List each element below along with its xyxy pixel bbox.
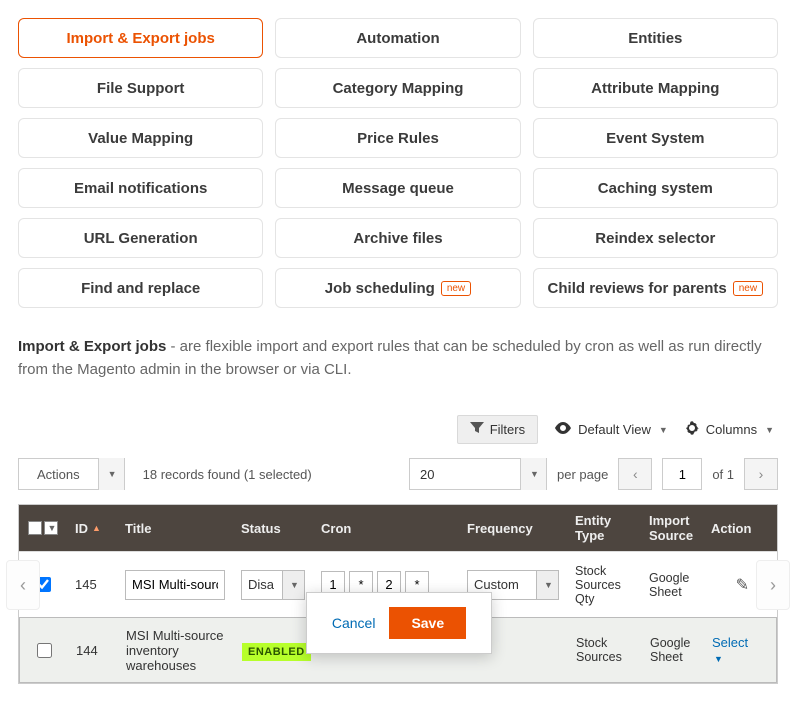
page-number-input[interactable] bbox=[662, 458, 702, 490]
tab-label: Event System bbox=[606, 130, 704, 147]
col-status[interactable]: Status bbox=[233, 521, 313, 536]
default-view-button[interactable]: Default View ▼ bbox=[554, 422, 668, 437]
tab-automation[interactable]: Automation bbox=[275, 18, 520, 58]
tab-category-mapping[interactable]: Category Mapping bbox=[275, 68, 520, 108]
tab-import-export-jobs[interactable]: Import & Export jobs bbox=[18, 18, 263, 58]
tab-label: Caching system bbox=[598, 180, 713, 197]
tab-label: Job scheduling bbox=[325, 280, 435, 297]
tab-email-notifications[interactable]: Email notifications bbox=[18, 168, 263, 208]
edit-icon[interactable]: ✎ bbox=[736, 575, 749, 595]
cancel-button[interactable]: Cancel bbox=[332, 615, 376, 631]
col-frequency[interactable]: Frequency bbox=[459, 521, 567, 536]
tab-value-mapping[interactable]: Value Mapping bbox=[18, 118, 263, 158]
per-page-label: per page bbox=[557, 467, 608, 482]
status-badge: ENABLED bbox=[242, 643, 311, 661]
caret-down-icon: ▼ bbox=[714, 654, 723, 664]
tab-label: Find and replace bbox=[81, 280, 200, 297]
sort-asc-icon: ▲ bbox=[92, 523, 101, 533]
prev-page-button[interactable]: ‹ bbox=[618, 458, 652, 490]
col-id[interactable]: ID▲ bbox=[67, 521, 117, 536]
title-input[interactable] bbox=[125, 570, 225, 600]
tab-label: Value Mapping bbox=[88, 130, 193, 147]
page-of-label: of 1 bbox=[712, 467, 734, 482]
tab-label: File Support bbox=[97, 80, 185, 97]
tab-label: Archive files bbox=[353, 230, 442, 247]
cell-import-source: Google Sheet bbox=[641, 563, 703, 607]
tab-label: Category Mapping bbox=[333, 80, 464, 97]
tab-description: Import & Export jobs - are flexible impo… bbox=[18, 336, 778, 381]
caret-down-icon: ▼ bbox=[282, 571, 304, 599]
new-badge: new bbox=[441, 281, 471, 296]
tab-find-and-replace[interactable]: Find and replace bbox=[18, 268, 263, 308]
tab-attribute-mapping[interactable]: Attribute Mapping bbox=[533, 68, 778, 108]
save-button[interactable]: Save bbox=[389, 607, 466, 639]
carousel-next[interactable]: › bbox=[756, 560, 790, 610]
carousel-prev[interactable]: ‹ bbox=[6, 560, 40, 610]
status-select[interactable]: Disa ▼ bbox=[241, 570, 305, 600]
cell-title: MSI Multi-source inventory warehouses bbox=[118, 620, 234, 681]
caret-down-icon: ▼ bbox=[536, 571, 558, 599]
funnel-icon bbox=[470, 422, 484, 437]
default-view-label: Default View bbox=[578, 422, 651, 437]
tab-url-generation[interactable]: URL Generation bbox=[18, 218, 263, 258]
tab-label: Entities bbox=[628, 30, 682, 47]
cell-entity-type: Stock Sources bbox=[568, 628, 642, 672]
gear-icon bbox=[684, 420, 700, 439]
records-found: 18 records found (1 selected) bbox=[143, 467, 312, 482]
caret-down-icon: ▼ bbox=[98, 458, 124, 490]
grid-header: ▼ ID▲ Title Status Cron Frequency Entity… bbox=[19, 505, 777, 551]
actions-dropdown[interactable]: Actions ▼ bbox=[18, 458, 125, 490]
tab-label: Import & Export jobs bbox=[66, 30, 214, 47]
tab-archive-files[interactable]: Archive files bbox=[275, 218, 520, 258]
columns-label: Columns bbox=[706, 422, 757, 437]
pagination: 20 ▼ per page ‹ of 1 › bbox=[409, 458, 778, 490]
inline-edit-popup: Cancel Save bbox=[306, 592, 492, 654]
tab-event-system[interactable]: Event System bbox=[533, 118, 778, 158]
tab-label: Attribute Mapping bbox=[591, 80, 719, 97]
per-page-select[interactable]: 20 ▼ bbox=[409, 458, 547, 490]
select-action[interactable]: Select ▼ bbox=[712, 635, 750, 665]
grid-controls-row: Actions ▼ 18 records found (1 selected) … bbox=[18, 458, 778, 490]
tab-label: Email notifications bbox=[74, 180, 207, 197]
feature-tabs: Import & Export jobs Automation Entities Fi… bbox=[18, 18, 778, 308]
cell-id: 144 bbox=[68, 635, 118, 666]
tab-message-queue[interactable]: Message queue bbox=[275, 168, 520, 208]
cell-id: 145 bbox=[67, 569, 117, 600]
description-lead: Import & Export jobs bbox=[18, 338, 166, 355]
actions-label: Actions bbox=[19, 467, 98, 482]
tab-label: Reindex selector bbox=[595, 230, 715, 247]
tab-file-support[interactable]: File Support bbox=[18, 68, 263, 108]
tab-entities[interactable]: Entities bbox=[533, 18, 778, 58]
col-title[interactable]: Title bbox=[117, 521, 233, 536]
tab-label: Automation bbox=[356, 30, 439, 47]
col-cron[interactable]: Cron bbox=[313, 521, 459, 536]
col-import-source[interactable]: Import Source bbox=[641, 513, 703, 543]
filters-label: Filters bbox=[490, 422, 525, 437]
tab-job-scheduling[interactable]: Job scheduling new bbox=[275, 268, 520, 308]
cell-import-source: Google Sheet bbox=[642, 628, 704, 672]
caret-down-icon: ▼ bbox=[520, 458, 546, 490]
columns-button[interactable]: Columns ▼ bbox=[684, 420, 774, 439]
eye-icon bbox=[554, 422, 572, 437]
tab-label: URL Generation bbox=[84, 230, 198, 247]
caret-down-icon: ▼ bbox=[765, 425, 774, 435]
new-badge: new bbox=[733, 281, 763, 296]
tab-child-reviews-for-parents[interactable]: Child reviews for parents new bbox=[533, 268, 778, 308]
cell-entity-type: Stock Sources Qty bbox=[567, 556, 641, 614]
select-all-header[interactable]: ▼ bbox=[19, 521, 67, 535]
col-action: Action bbox=[703, 521, 763, 536]
tab-reindex-selector[interactable]: Reindex selector bbox=[533, 218, 778, 258]
tab-price-rules[interactable]: Price Rules bbox=[275, 118, 520, 158]
per-page-value: 20 bbox=[410, 467, 520, 482]
caret-down-icon: ▼ bbox=[659, 425, 668, 435]
filters-button[interactable]: Filters bbox=[457, 415, 538, 444]
tab-caching-system[interactable]: Caching system bbox=[533, 168, 778, 208]
next-page-button[interactable]: › bbox=[744, 458, 778, 490]
col-entity-type[interactable]: Entity Type bbox=[567, 513, 641, 543]
tab-label: Message queue bbox=[342, 180, 454, 197]
grid-toolbar: Filters Default View ▼ Columns ▼ bbox=[18, 415, 778, 444]
tab-label: Price Rules bbox=[357, 130, 439, 147]
tab-label: Child reviews for parents bbox=[548, 280, 727, 297]
row-checkbox[interactable] bbox=[37, 643, 52, 658]
